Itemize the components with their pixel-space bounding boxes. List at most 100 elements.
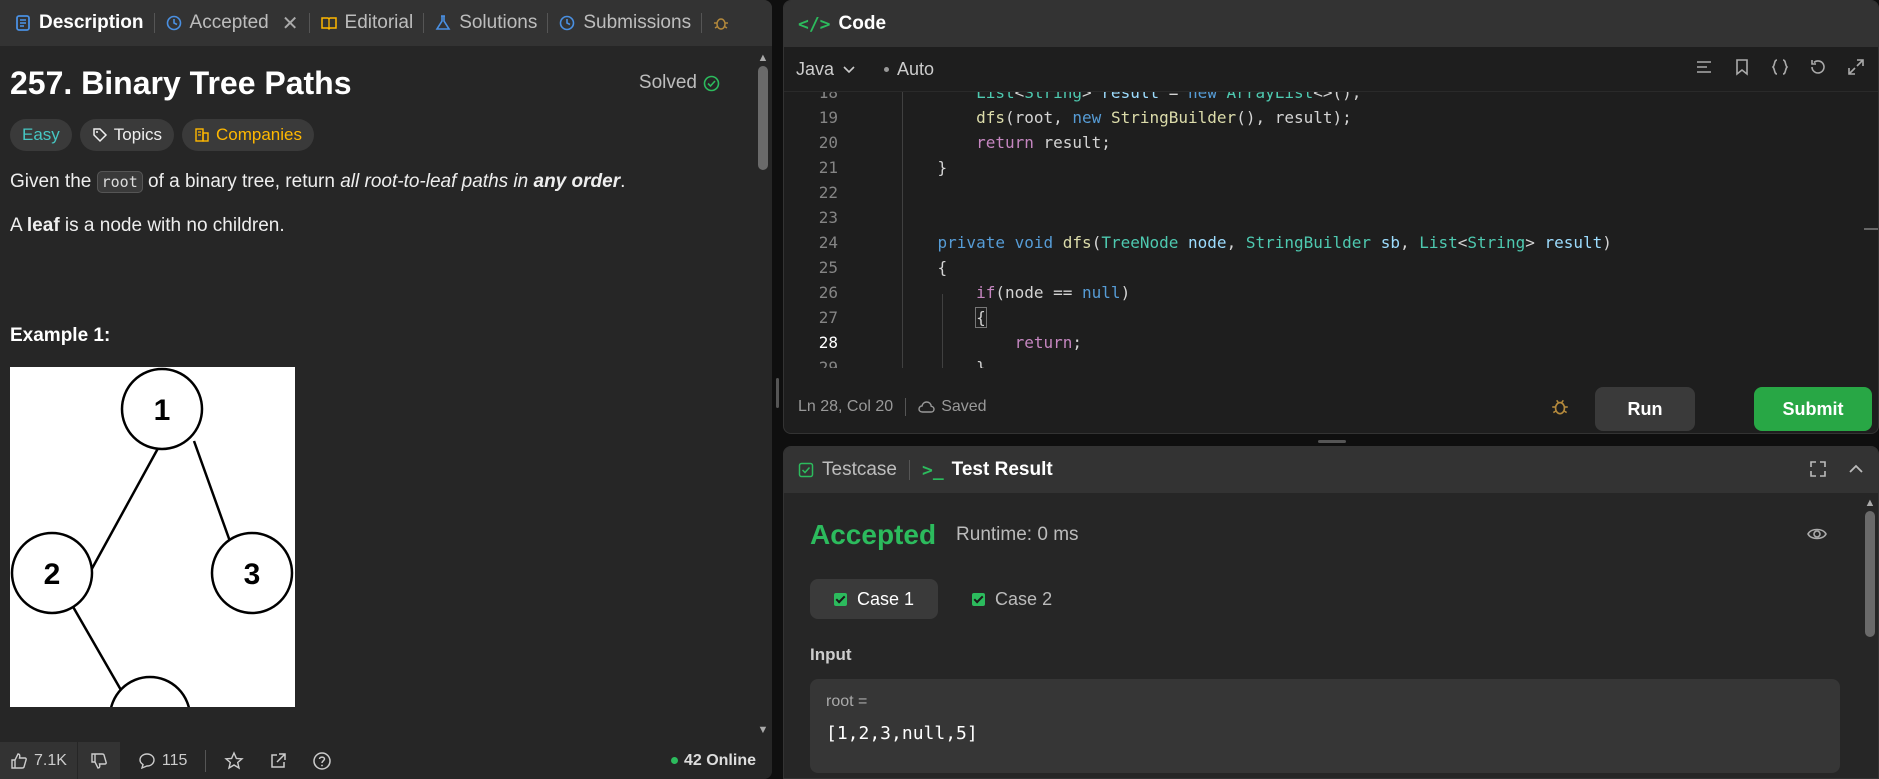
solved-label: Solved [638,72,697,93]
input-value: [1,2,3,null,5] [826,723,978,744]
desc-text: is a node with no children. [59,215,285,236]
input-variable: root = [826,693,868,710]
comment-count: 115 [161,751,188,769]
online-count: 42 Online [683,751,756,769]
tab-accepted-label: Accepted [189,12,269,33]
history-icon [166,15,181,31]
expand-icon[interactable] [1846,57,1866,77]
editor-tool-icons [1694,57,1866,77]
favorite-button[interactable] [212,750,256,771]
code-line: 24 private void dfs(TreeNode node, Strin… [784,230,1878,255]
code-line: 20 return result; [784,130,1878,155]
status-divider [905,398,907,416]
code-line: 21 } [784,155,1878,180]
code-text: } [899,358,986,368]
flask-icon [435,15,451,30]
reset-icon[interactable] [1808,57,1828,77]
tab-submissions[interactable]: Submissions [548,0,701,46]
desc-text: . [620,171,626,192]
desc-strong: leaf [26,215,60,236]
problem-title[interactable]: 257. Binary Tree Paths [10,65,352,102]
building-icon [195,128,209,142]
code-line: 27 { [784,305,1878,330]
format-lines-icon[interactable] [1694,57,1714,77]
tab-solutions-label: Solutions [459,12,538,33]
line-number: 26 [818,283,838,302]
desc-text: Given the [10,171,97,192]
line-number: 28 [818,333,838,352]
tag-icon [93,128,107,143]
tree-diagram: 1 2 3 [10,367,294,742]
chevron-down-icon [843,66,855,74]
bookmark-icon[interactable] [1732,57,1752,77]
language-select[interactable]: Java [796,59,856,80]
leaf-definition: A leaf is a node with no children. [10,215,746,237]
line-number: 25 [818,258,838,277]
code-text: dfs(root, new StringBuilder(), result); [976,108,1352,127]
runtime-label: Runtime: 0 ms [956,524,1079,545]
code-panel: </> Code Java Auto 18 List<String> resul… [783,0,1879,434]
tab-testcase[interactable]: Testcase [798,459,897,481]
chevron-up-icon[interactable] [1846,459,1866,479]
scroll-up-icon[interactable]: ▲ [757,52,769,64]
difficulty-tag[interactable]: Easy [10,119,72,151]
comment-icon [139,752,155,769]
test-panel-scrollbar[interactable]: ▲ [1864,497,1876,777]
tab-debug[interactable] [702,0,740,46]
scroll-up-icon[interactable]: ▲ [1864,497,1876,509]
scroll-down-icon[interactable]: ▼ [757,724,769,736]
check-icon [972,592,986,606]
comments-button[interactable]: 115 [126,752,200,770]
solved-badge: Solved [639,72,720,94]
code-text: private void dfs(TreeNode node, StringBu… [937,233,1612,252]
code-text: if(node == null) [976,283,1131,302]
help-button[interactable] [300,751,344,771]
tab-solutions[interactable]: Solutions [424,0,547,46]
close-icon[interactable]: ✕ [282,11,299,36]
code-editor[interactable]: 18 List<String> result = new ArrayList<>… [784,92,1878,368]
auto-mode[interactable]: Auto [884,59,934,80]
tab-editorial[interactable]: Editorial [310,0,424,46]
like-button[interactable]: 7.1K [0,742,77,779]
star-icon [224,750,245,769]
fullscreen-icon[interactable] [1808,459,1828,479]
book-icon [320,17,337,31]
tree-node-label: 1 [154,394,171,427]
tab-description-label: Description [39,12,144,33]
tab-accepted[interactable]: Accepted ✕ [155,0,309,46]
vertical-resize-handle[interactable] [776,378,779,408]
result-status: Accepted [810,519,937,550]
line-number: 18 [818,92,838,102]
description-scrollbar[interactable]: ▲ ▼ [757,52,769,736]
case-tab-1[interactable]: Case 1 [810,579,939,619]
debug-bug-icon[interactable] [1550,397,1570,417]
code-text: { [899,258,948,277]
description-footer: 7.1K 115 42 Online [0,742,772,779]
tab-test-result[interactable]: >_ Test Result [922,459,1053,481]
auto-label: Auto [897,58,935,79]
submit-button[interactable]: Submit [1754,387,1872,431]
code-text: return result; [976,133,1111,152]
line-number: 23 [818,208,838,227]
braces-icon[interactable] [1770,57,1790,77]
case-tab-2[interactable]: Case 2 [948,579,1076,619]
inline-code: root [96,171,143,193]
scrollbar-thumb[interactable] [1865,511,1875,637]
topics-tag[interactable]: Topics [79,119,174,151]
share-button[interactable] [256,751,300,771]
dislike-button[interactable] [76,742,120,779]
left-tab-bar: Description Accepted ✕ Editorial Solutio… [0,0,772,46]
code-text: List<String> result = new ArrayList<>(); [976,92,1362,102]
scrollbar-thumb[interactable] [758,66,768,170]
history-icon [560,15,575,31]
horizontal-resize-handle[interactable] [1318,440,1346,443]
thumbs-up-icon [11,752,27,769]
tab-description[interactable]: Description [4,0,154,46]
eye-icon[interactable] [1806,523,1828,545]
run-button[interactable]: Run [1595,387,1695,431]
desc-emphasis: all root-to-leaf paths in [340,171,534,192]
input-label: Input [810,645,852,664]
input-value-box: root = [1,2,3,null,5] [810,679,1840,773]
desc-strong: any order [533,171,621,192]
companies-tag[interactable]: Companies [181,119,314,151]
